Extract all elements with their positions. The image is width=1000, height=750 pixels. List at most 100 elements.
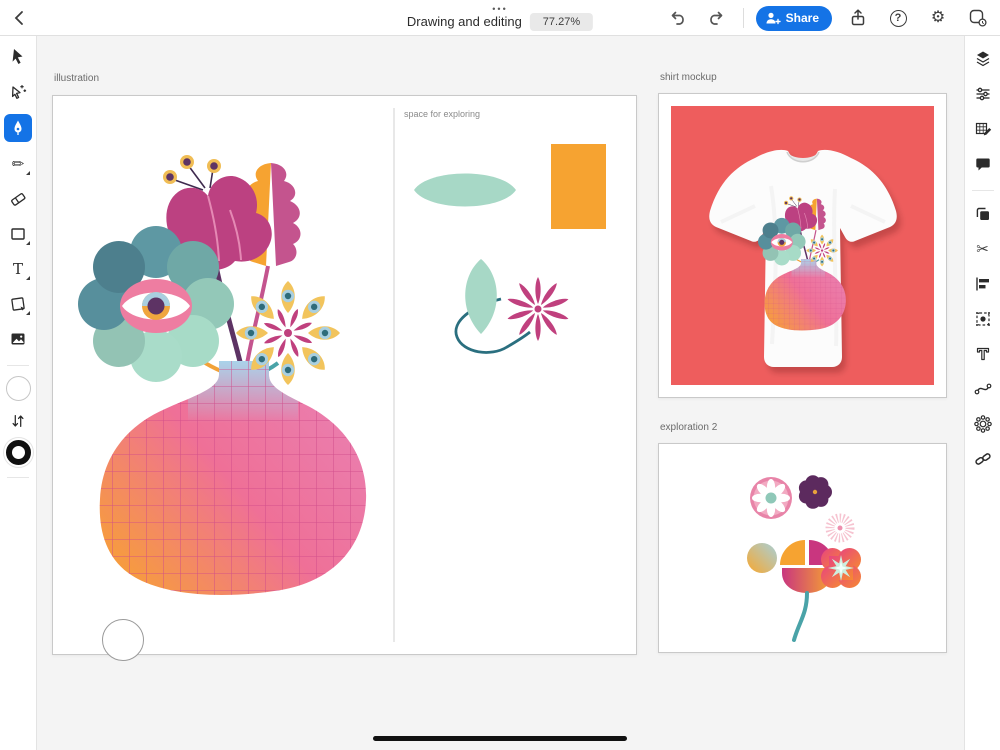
submenu-triangle xyxy=(26,241,30,245)
left-toolbar: ✏ T xyxy=(0,36,37,750)
effects-button[interactable] xyxy=(969,411,997,437)
pen-tool[interactable] xyxy=(4,114,32,142)
top-bar-actions: Share ? ⚙ xyxy=(663,0,992,36)
export-icon xyxy=(848,8,868,28)
submenu-triangle xyxy=(26,276,30,280)
citrus-flower-shape[interactable] xyxy=(750,477,792,519)
artboard-shirt-mockup[interactable] xyxy=(658,93,947,398)
artboard-label-illustration[interactable]: illustration xyxy=(54,73,99,84)
properties-panel-button[interactable] xyxy=(969,81,997,107)
stroke-color-well[interactable] xyxy=(6,440,31,465)
swap-arrows-icon xyxy=(9,412,27,430)
fill-color-well[interactable] xyxy=(6,376,31,401)
duplicate-icon xyxy=(973,204,993,224)
back-chevron-icon xyxy=(10,8,30,28)
starburst-shape[interactable] xyxy=(830,518,850,538)
toolbar-divider xyxy=(7,365,29,366)
shirt-mockup-artwork[interactable] xyxy=(659,94,946,397)
toolbar-divider xyxy=(743,8,744,28)
rectangle-icon xyxy=(8,224,28,244)
type-outline-icon xyxy=(973,344,993,364)
image-icon xyxy=(8,329,28,349)
comments-button[interactable] xyxy=(969,151,997,177)
eraser-icon xyxy=(8,189,28,209)
redo-button[interactable] xyxy=(703,4,731,32)
pencil-tool[interactable]: ✏ xyxy=(4,151,32,177)
link-button[interactable] xyxy=(969,446,997,472)
star-blob-shape[interactable] xyxy=(821,548,861,588)
back-button[interactable] xyxy=(6,4,34,32)
right-toolbar: ✂ xyxy=(964,36,1000,750)
artboard-label-shirt-mockup[interactable]: shirt mockup xyxy=(660,72,717,83)
help-icon: ? xyxy=(890,10,907,27)
duplicate-button[interactable] xyxy=(969,201,997,227)
touch-shortcut-button[interactable] xyxy=(964,4,992,32)
sliders-icon xyxy=(973,84,993,104)
artboard-icon xyxy=(8,294,28,314)
document-menu-dots[interactable]: ••• xyxy=(492,6,507,12)
toolbar-divider xyxy=(7,477,29,478)
gradient-circle-shape[interactable] xyxy=(747,543,777,573)
help-button[interactable]: ? xyxy=(884,4,912,32)
direct-select-icon xyxy=(8,82,28,102)
artboard-label-exploration-2[interactable]: exploration 2 xyxy=(660,422,717,433)
place-image-tool[interactable] xyxy=(4,326,32,352)
submenu-triangle xyxy=(26,171,30,175)
document-header: ••• Drawing and editing 77.27% xyxy=(407,0,593,36)
mint-leaf-shape[interactable] xyxy=(465,259,497,334)
artboard-tool[interactable] xyxy=(4,291,32,317)
redo-icon xyxy=(707,8,727,28)
illustration-artwork[interactable] xyxy=(53,96,636,654)
artboard-note: space for exploring xyxy=(404,109,480,119)
home-indicator[interactable] xyxy=(373,736,627,741)
document-title: Drawing and editing xyxy=(407,14,522,29)
select-object-icon xyxy=(973,309,993,329)
text-tool[interactable]: T xyxy=(4,256,32,282)
export-button[interactable] xyxy=(844,4,872,32)
ellipse-object[interactable] xyxy=(102,619,144,661)
purple-flower-shape[interactable] xyxy=(799,475,832,509)
layers-icon xyxy=(973,49,993,69)
toolbar-divider xyxy=(972,190,994,191)
link-icon xyxy=(973,449,993,469)
document-canvas[interactable]: illustration space for exploring xyxy=(37,36,964,750)
artboard-illustration[interactable]: space for exploring xyxy=(52,95,637,655)
undo-button[interactable] xyxy=(663,4,691,32)
share-button[interactable]: Share xyxy=(756,6,832,31)
invite-person-icon xyxy=(764,10,781,26)
effects-flower-icon xyxy=(973,414,993,434)
pen-icon xyxy=(8,118,28,138)
layers-panel-button[interactable] xyxy=(969,46,997,72)
share-button-label: Share xyxy=(786,11,819,25)
gear-icon: ⚙ xyxy=(931,10,945,26)
curve-icon xyxy=(973,379,993,399)
artboard-exploration-2[interactable] xyxy=(658,443,947,653)
type-panel-button[interactable] xyxy=(969,341,997,367)
select-arrow-icon xyxy=(8,47,28,67)
star-flower-shape[interactable] xyxy=(507,277,569,341)
submenu-triangle xyxy=(26,311,30,315)
scissors-icon: ✂ xyxy=(976,242,989,257)
exploration-artwork[interactable] xyxy=(659,444,946,652)
undo-icon xyxy=(667,8,687,28)
text-tool-icon: T xyxy=(13,260,23,278)
pencil-icon: ✏ xyxy=(12,157,25,172)
direct-select-tool[interactable] xyxy=(4,79,32,105)
select-object-button[interactable] xyxy=(969,306,997,332)
settings-button[interactable]: ⚙ xyxy=(924,4,952,32)
mint-lens-shape[interactable] xyxy=(414,174,516,207)
orange-rect-shape[interactable] xyxy=(551,144,606,229)
zoom-level-badge[interactable]: 77.27% xyxy=(530,13,593,31)
shape-tool[interactable] xyxy=(4,221,32,247)
path-edit-button[interactable] xyxy=(969,376,997,402)
grids-rulers-button[interactable] xyxy=(969,116,997,142)
cut-button[interactable]: ✂ xyxy=(969,236,997,262)
align-button[interactable] xyxy=(969,271,997,297)
swap-colors-button[interactable] xyxy=(4,411,32,431)
align-icon xyxy=(973,274,993,294)
select-tool[interactable] xyxy=(4,44,32,70)
top-bar: ••• Drawing and editing 77.27% xyxy=(0,0,1000,36)
eraser-tool[interactable] xyxy=(4,186,32,212)
grid-ruler-icon xyxy=(973,119,993,139)
comment-icon xyxy=(973,154,993,174)
